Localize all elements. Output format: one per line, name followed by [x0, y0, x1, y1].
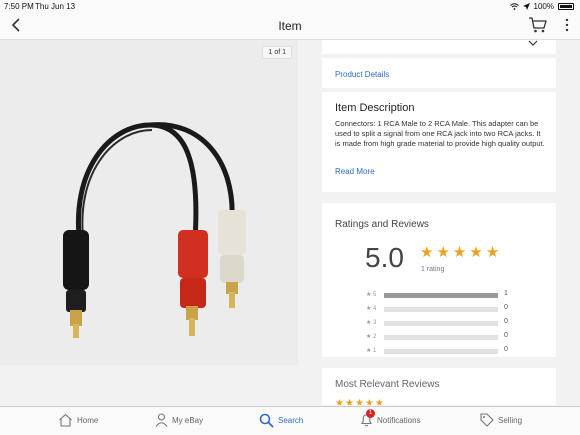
person-icon — [155, 413, 168, 427]
rating-bar-label: ★ 2 — [366, 334, 377, 340]
item-details-pane[interactable]: Product Details Item Description Connect… — [298, 40, 580, 405]
rating-bar-count: 0 — [504, 304, 508, 311]
wifi-icon — [509, 3, 519, 10]
rating-bar-track — [384, 335, 498, 340]
star-icon: ★ — [354, 398, 364, 405]
read-more-link[interactable]: Read More — [335, 167, 375, 176]
image-counter: 1 of 1 — [262, 46, 292, 59]
rating-bar-count: 0 — [504, 332, 508, 339]
tab-search-label: Search — [278, 416, 304, 425]
status-right: 100% — [509, 2, 574, 11]
tab-my-ebay-label: My eBay — [172, 415, 204, 425]
star-icon: ★ — [335, 398, 344, 405]
status-bar: 7:50 PM Thu Jun 13 100% — [0, 0, 580, 12]
tab-selling-label: Selling — [498, 415, 523, 425]
search-icon — [259, 413, 274, 428]
reviews-title: Most Relevant Reviews — [335, 379, 440, 390]
home-icon — [59, 413, 72, 427]
product-image — [0, 40, 298, 365]
collapsed-section-card[interactable] — [322, 40, 556, 54]
rating-bar-track — [384, 321, 498, 326]
star-icon: ★ — [485, 244, 500, 261]
rating-bar-label: ★ 4 — [366, 306, 377, 312]
page-title: Item — [278, 19, 302, 33]
star-rating: ★ ★ ★ ★ ★ — [420, 245, 499, 260]
tab-selling[interactable]: Selling — [480, 413, 522, 427]
tab-home-label: Home — [77, 415, 99, 425]
item-description-text: Connectors: 1 RCA Male to 2 RCA Male. Th… — [335, 119, 545, 148]
star-icon: ★ — [469, 244, 483, 261]
location-icon — [522, 3, 530, 10]
rating-bar-row: ★ 5 1 — [366, 290, 516, 300]
rating-bar-fill — [384, 293, 498, 298]
rating-count: 1 rating — [421, 266, 445, 273]
rating-bar-row: ★ 2 0 — [366, 332, 516, 342]
tab-home[interactable]: Home — [58, 413, 98, 427]
star-icon: ★ — [436, 244, 450, 261]
rating-bar-label: ★ 3 — [366, 320, 377, 326]
more-options-icon[interactable] — [564, 17, 570, 33]
reviews-card: Most Relevant Reviews ★ ★ ★ ★ ★ — [322, 368, 556, 405]
product-image-pane[interactable]: 1 of 1 — [0, 40, 298, 365]
chevron-down-icon[interactable] — [528, 40, 538, 46]
star-icon: ★ — [344, 398, 354, 405]
average-rating: 5.0 — [365, 242, 404, 273]
tab-bar: Home My eBay Search 1 Notifications Sell… — [0, 406, 580, 435]
battery-icon — [558, 3, 574, 10]
star-icon: ★ — [374, 398, 384, 405]
review-stars: ★ ★ ★ ★ ★ — [335, 396, 384, 405]
rating-bar-row: ★ 1 0 — [366, 346, 516, 356]
status-date: Thu Jun 13 — [35, 2, 76, 11]
tab-search[interactable]: Search — [259, 413, 303, 428]
ratings-title: Ratings and Reviews — [335, 219, 429, 230]
rating-bar-count: 1 — [504, 290, 508, 297]
product-details-card[interactable]: Product Details — [322, 58, 556, 88]
star-icon: ★ — [420, 244, 434, 261]
rating-bar-count: 0 — [504, 346, 508, 353]
rating-bar-track — [384, 349, 498, 354]
rating-bar-count: 0 — [504, 318, 508, 325]
star-icon: ★ — [364, 398, 374, 405]
item-description-card: Item Description Connectors: 1 RCA Male … — [322, 92, 556, 192]
tab-my-ebay[interactable]: My eBay — [155, 413, 203, 427]
status-time: 7:50 PM — [4, 2, 34, 11]
rating-bar-track — [384, 293, 498, 298]
rating-bar-row: ★ 3 0 — [366, 318, 516, 328]
rating-bar-row: ★ 4 0 — [366, 304, 516, 314]
bell-icon-wrap: 1 — [360, 409, 375, 427]
tab-notifications-label: Notifications — [377, 415, 421, 425]
ratings-card: Ratings and Reviews 5.0 ★ ★ ★ ★ ★ 1 rati… — [322, 203, 556, 357]
product-details-link[interactable]: Product Details — [335, 70, 389, 79]
tab-notifications[interactable]: 1 Notifications — [360, 409, 421, 427]
rating-bar-label: ★ 5 — [366, 292, 377, 298]
notification-badge: 1 — [366, 409, 375, 418]
cart-icon[interactable] — [528, 16, 548, 34]
rating-bar-track — [384, 307, 498, 312]
star-icon: ★ — [452, 244, 467, 261]
item-description-title: Item Description — [335, 102, 415, 114]
tag-icon — [480, 413, 494, 427]
rating-bar-label: ★ 1 — [366, 348, 377, 354]
battery-percent: 100% — [533, 2, 554, 11]
nav-bar: Item — [0, 12, 580, 40]
